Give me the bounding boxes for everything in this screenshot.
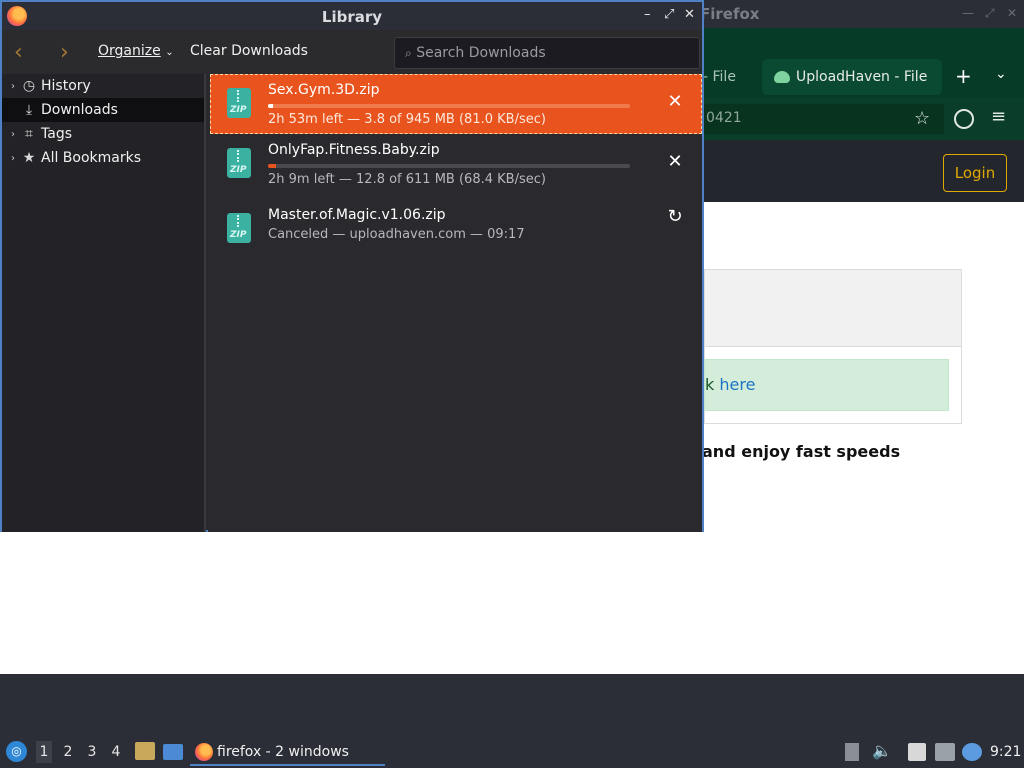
volume-icon[interactable]: 🔈 bbox=[872, 741, 892, 760]
alert-box: k here bbox=[704, 359, 949, 411]
alert-link[interactable]: here bbox=[719, 375, 755, 394]
cloud-icon bbox=[774, 71, 790, 83]
login-button[interactable]: Login bbox=[943, 154, 1007, 192]
clock-icon: ◷ bbox=[22, 78, 36, 94]
library-title: Library bbox=[321, 8, 383, 26]
close-icon[interactable]: ✕ bbox=[1007, 6, 1017, 20]
zip-icon-text: ZIP bbox=[230, 230, 247, 240]
download-item[interactable]: ZIP Sex.Gym.3D.zip 2h 53m left — 3.8 of … bbox=[210, 74, 702, 134]
zip-file-icon: ZIP bbox=[227, 88, 251, 118]
new-tab-button[interactable]: + bbox=[955, 64, 972, 88]
download-status: Canceled — uploadhaven.com — 09:17 bbox=[268, 227, 525, 242]
network-icon[interactable] bbox=[935, 743, 955, 761]
tray-arrow-icon[interactable] bbox=[845, 743, 859, 761]
close-icon[interactable]: ✕ bbox=[684, 7, 695, 22]
zip-file-icon: ZIP bbox=[227, 213, 251, 243]
show-desktop-icon[interactable] bbox=[163, 744, 183, 760]
taskbar-firefox-task[interactable]: firefox - 2 windows bbox=[190, 739, 385, 766]
account-icon[interactable] bbox=[954, 109, 974, 129]
download-progress-bar bbox=[268, 164, 630, 168]
search-downloads-input[interactable]: ⌕ Search Downloads bbox=[394, 37, 700, 69]
updates-icon[interactable] bbox=[962, 743, 982, 761]
workspace-3[interactable]: 3 bbox=[84, 744, 100, 760]
task-label: firefox - 2 windows bbox=[217, 743, 349, 760]
bg-tab-partial[interactable]: - File bbox=[703, 59, 758, 95]
expand-arrow-icon[interactable]: › bbox=[2, 81, 16, 92]
sidebar-item-label: All Bookmarks bbox=[41, 150, 142, 166]
sidebar-item-tags[interactable]: › ⌗ Tags bbox=[2, 122, 204, 146]
workspace-4[interactable]: 4 bbox=[108, 744, 124, 760]
alert-text: k bbox=[705, 375, 715, 394]
library-sidebar: › ◷ History ⤓ Downloads › ⌗ Tags › ★ All… bbox=[2, 74, 206, 532]
workspace-2[interactable]: 2 bbox=[60, 744, 76, 760]
chevron-down-icon: ⌄ bbox=[165, 47, 174, 58]
hamburger-menu-icon[interactable]: ≡ bbox=[991, 106, 1006, 127]
maximize-icon[interactable]: ⤢ bbox=[664, 7, 674, 22]
bg-tab-uploadhaven[interactable]: UploadHaven - File bbox=[762, 59, 942, 95]
sidebar-item-downloads[interactable]: ⤓ Downloads bbox=[2, 98, 204, 122]
download-item[interactable]: ZIP OnlyFap.Fitness.Baby.zip 2h 9m left … bbox=[210, 134, 702, 194]
clear-downloads-button[interactable]: Clear Downloads bbox=[190, 43, 308, 59]
sidebar-item-label: History bbox=[41, 78, 91, 94]
expand-arrow-icon[interactable]: › bbox=[2, 153, 16, 164]
star-icon: ★ bbox=[22, 150, 36, 166]
expand-arrow-icon[interactable]: › bbox=[2, 129, 16, 140]
workspace-1[interactable]: 1 bbox=[36, 741, 52, 763]
downloads-list: ZIP Sex.Gym.3D.zip 2h 53m left — 3.8 of … bbox=[208, 74, 702, 532]
download-item[interactable]: ZIP Master.of.Magic.v1.06.zip Canceled —… bbox=[210, 199, 702, 259]
card-header bbox=[705, 270, 961, 347]
chevron-down-icon[interactable]: ⌄ bbox=[995, 66, 1007, 82]
download-name: Sex.Gym.3D.zip bbox=[268, 82, 380, 98]
download-status: 2h 9m left — 12.8 of 611 MB (68.4 KB/sec… bbox=[268, 172, 546, 187]
sidebar-item-all-bookmarks[interactable]: › ★ All Bookmarks bbox=[2, 146, 204, 170]
tag-icon: ⌗ bbox=[25, 126, 33, 142]
file-manager-icon[interactable] bbox=[135, 742, 155, 760]
tab-label: UploadHaven - File bbox=[796, 69, 928, 85]
back-arrow-icon[interactable]: ‹ bbox=[14, 40, 23, 65]
search-placeholder: Search Downloads bbox=[416, 45, 546, 61]
maximize-icon[interactable]: ⤢ bbox=[985, 6, 995, 21]
sidebar-item-label: Downloads bbox=[41, 102, 118, 118]
sidebar-item-history[interactable]: › ◷ History bbox=[2, 74, 204, 98]
promo-text: and enjoy fast speeds bbox=[702, 442, 901, 461]
sidebar-item-label: Tags bbox=[41, 126, 72, 142]
clock[interactable]: 9:21 bbox=[990, 744, 1021, 760]
bg-window-title: Firefox bbox=[700, 5, 760, 23]
zip-file-icon: ZIP bbox=[227, 148, 251, 178]
cancel-icon[interactable]: ✕ bbox=[665, 152, 685, 172]
download-name: Master.of.Magic.v1.06.zip bbox=[268, 207, 446, 223]
firefox-logo-icon bbox=[195, 742, 213, 761]
tab-label: - File bbox=[703, 69, 736, 85]
url-bar[interactable]: 0421 bbox=[704, 104, 944, 134]
download-progress-fill bbox=[268, 104, 274, 108]
zip-icon-text: ZIP bbox=[230, 165, 247, 175]
download-status: 2h 53m left — 3.8 of 945 MB (81.0 KB/sec… bbox=[268, 112, 546, 127]
library-titlebar: Library – ⤢ ✕ bbox=[2, 2, 702, 30]
zip-icon-text: ZIP bbox=[230, 105, 247, 115]
start-menu-icon[interactable]: ◎ bbox=[6, 741, 27, 762]
minimize-icon[interactable]: – bbox=[644, 7, 651, 22]
search-icon: ⌕ bbox=[405, 46, 412, 60]
cancel-icon[interactable]: ✕ bbox=[665, 92, 685, 112]
minimize-icon[interactable]: — bbox=[962, 6, 974, 20]
clipboard-icon[interactable] bbox=[908, 743, 926, 761]
organize-label: Organize bbox=[98, 43, 161, 59]
library-window: Library – ⤢ ✕ ‹ › Organize ⌄ Clear Downl… bbox=[0, 0, 704, 532]
retry-icon[interactable]: ↻ bbox=[665, 207, 685, 227]
download-progress-bar bbox=[268, 104, 630, 108]
download-progress-fill bbox=[268, 164, 276, 168]
download-name: OnlyFap.Fitness.Baby.zip bbox=[268, 142, 440, 158]
forward-arrow-icon[interactable]: › bbox=[60, 40, 69, 65]
download-icon: ⤓ bbox=[25, 102, 33, 118]
star-icon[interactable]: ☆ bbox=[914, 108, 930, 129]
organize-menu[interactable]: Organize ⌄ bbox=[98, 43, 174, 59]
